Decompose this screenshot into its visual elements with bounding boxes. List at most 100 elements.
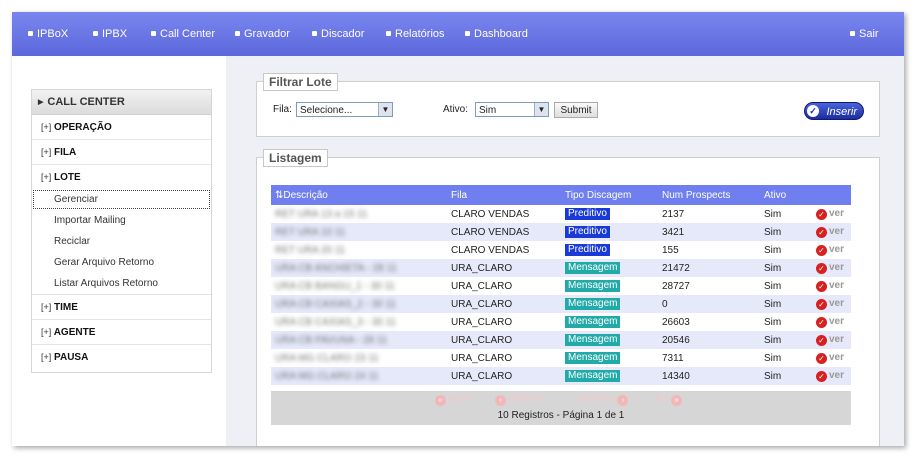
cell-fila: URA_CLARO <box>447 277 561 295</box>
pager-first-label: início <box>448 393 473 404</box>
sidebar-item-pausa[interactable]: [+] PAUSA <box>32 345 211 369</box>
sidebar-item-agente[interactable]: [+] AGENTE <box>32 320 211 345</box>
ver-button[interactable]: ✓ ver <box>816 370 844 382</box>
cell-tipo: Mensagem <box>561 277 658 295</box>
descricao-text: RET URA 20 11 <box>275 244 346 256</box>
col-action <box>812 185 851 205</box>
table-row: URA CB BANGU_1 - 30 11 URA_CLARO Mensagem 2… <box>271 277 851 295</box>
sidebar-item-operacao[interactable]: [+] OPERAÇÃO <box>32 115 211 140</box>
lote-gerar-arquivo-retorno[interactable]: Gerar Arquivo Retorno <box>32 252 211 273</box>
col-ativo[interactable]: Ativo <box>760 185 812 205</box>
nav-label: Call Center <box>160 28 216 40</box>
lotes-table: ⇅Descrição Fila Tipo Discagem Num Prospe… <box>271 185 851 385</box>
ver-label: ver <box>829 298 845 309</box>
ver-button[interactable]: ✓ ver <box>816 262 844 274</box>
submit-button[interactable]: Submit <box>554 102 598 118</box>
expand-icon: [+] <box>41 352 52 362</box>
sidebar-item-lote[interactable]: [+] LOTE <box>32 165 211 189</box>
cell-descricao: RET URA 20 11 <box>271 241 447 259</box>
ver-button[interactable]: ✓ ver <box>816 226 844 238</box>
table-row: RET URA 20 11 CLARO VENDAS Preditivo 155 Sim… <box>271 241 851 259</box>
col-tipo-discagem[interactable]: Tipo Discagem <box>561 185 658 205</box>
nav-ipbx[interactable]: IPBX <box>93 28 127 40</box>
descricao-text: RET URA 13 a 15 11 <box>275 208 368 220</box>
pager-prev[interactable]: ‹ anterior <box>495 393 543 406</box>
lote-listar-arquivos-retorno[interactable]: Listar Arquivos Retorno <box>32 273 211 295</box>
tipo-badge: Mensagem <box>565 352 621 364</box>
sidebar-item-time[interactable]: [+] TIME <box>32 295 211 320</box>
ver-button[interactable]: ✓ ver <box>816 208 844 220</box>
chevron-down-icon[interactable]: ▼ <box>378 103 392 116</box>
nav-discador[interactable]: Discador <box>312 28 364 40</box>
nav-relatorios[interactable]: Relatórios <box>386 28 445 40</box>
table-row: URA CB CAXIAS_3 - 30 11 URA_CLARO Mensagem… <box>271 313 851 331</box>
col-num-prospects[interactable]: Num Prospects <box>658 185 760 205</box>
chevron-right-icon: › <box>617 395 629 406</box>
expand-icon: [+] <box>41 302 52 312</box>
bullet-icon <box>235 31 240 36</box>
cell-fila: URA_CLARO <box>447 295 561 313</box>
cell-action: ✓ ver <box>812 223 851 241</box>
lote-gerenciar[interactable]: Gerenciar <box>32 189 211 210</box>
ver-label: ver <box>829 316 845 327</box>
bullet-icon <box>386 31 391 36</box>
tipo-badge: Preditivo <box>565 208 610 220</box>
listagem-panel: Listagem ⇅Descrição Fila Tipo Discagem N… <box>256 149 880 446</box>
cell-descricao: RET URA 10 11 <box>271 223 447 241</box>
ativo-select-value: Sim <box>479 105 497 116</box>
sidebar-item-fila[interactable]: [+] FILA <box>32 140 211 165</box>
cell-num-prospects: 26603 <box>658 313 760 331</box>
ver-button[interactable]: ✓ ver <box>816 280 844 292</box>
ver-button[interactable]: ✓ ver <box>816 316 845 328</box>
tipo-badge: Preditivo <box>565 244 610 256</box>
cell-action: ✓ ver <box>812 259 851 277</box>
sidebar-item-label: OPERAÇÃO <box>54 122 112 133</box>
col-fila[interactable]: Fila <box>447 185 561 205</box>
chevron-down-icon[interactable]: ▼ <box>534 103 548 116</box>
ver-label: ver <box>829 334 845 345</box>
ativo-select[interactable]: Sim ▼ <box>475 102 549 117</box>
nav-label: Relatórios <box>395 28 445 40</box>
cell-fila: URA_CLARO <box>447 367 561 385</box>
cell-fila: URA_CLARO <box>447 349 561 367</box>
nav-sair[interactable]: Sair <box>850 28 879 40</box>
descricao-text: URA MG CLARO 24 11 <box>275 370 379 382</box>
ver-button[interactable]: ✓ ver <box>816 352 844 364</box>
pager-first[interactable]: « início <box>435 393 472 406</box>
inserir-button[interactable]: ✓ Inserir <box>804 102 864 120</box>
ativo-label: Ativo: <box>443 104 469 115</box>
double-chevron-right-icon: » <box>671 395 683 406</box>
lote-importar-mailing[interactable]: Importar Mailing <box>32 210 211 231</box>
tipo-badge: Mensagem <box>565 334 621 346</box>
nav-dashboard[interactable]: Dashboard <box>465 28 528 40</box>
lote-reciclar[interactable]: Reciclar <box>32 231 211 252</box>
nav-gravador[interactable]: Gravador <box>235 28 290 40</box>
ver-button[interactable]: ✓ ver <box>816 298 845 310</box>
sidebar-item-label: FILA <box>54 147 77 158</box>
nav-call-center[interactable]: Call Center <box>151 28 215 40</box>
main-content: Filtrar Lote Fila: Selecione... ▼ Ativo:… <box>226 56 904 446</box>
nav-ipbox[interactable]: IPBoX <box>28 28 68 40</box>
col-descricao[interactable]: ⇅Descrição <box>271 185 447 205</box>
descricao-text: URA CB CAXIAS_3 - 30 11 <box>275 316 396 328</box>
triangle-right-icon: ▶ <box>38 99 44 106</box>
cell-tipo: Mensagem <box>561 259 658 277</box>
fila-select[interactable]: Selecione... ▼ <box>296 102 393 117</box>
cell-tipo: Preditivo <box>561 223 658 241</box>
view-icon: ✓ <box>816 227 827 238</box>
listagem-legend: Listagem <box>263 149 328 167</box>
cell-fila: CLARO VENDAS <box>447 223 561 241</box>
view-icon: ✓ <box>816 281 827 292</box>
cell-tipo: Mensagem <box>561 349 658 367</box>
pager-next[interactable]: próximo › <box>579 393 629 406</box>
cell-tipo: Mensagem <box>561 331 658 349</box>
cell-descricao: URA MG CLARO 24 11 <box>271 367 447 385</box>
view-icon: ✓ <box>816 353 827 364</box>
ver-button[interactable]: ✓ ver <box>816 244 844 256</box>
cell-ativo: Sim <box>760 205 812 223</box>
pager-last[interactable]: fim » <box>655 393 683 406</box>
check-icon: ✓ <box>807 105 819 117</box>
ver-button[interactable]: ✓ ver <box>816 334 845 346</box>
descricao-text: URA CB ANCHIETA - 28 11 <box>275 262 397 274</box>
tipo-badge: Mensagem <box>565 262 621 274</box>
